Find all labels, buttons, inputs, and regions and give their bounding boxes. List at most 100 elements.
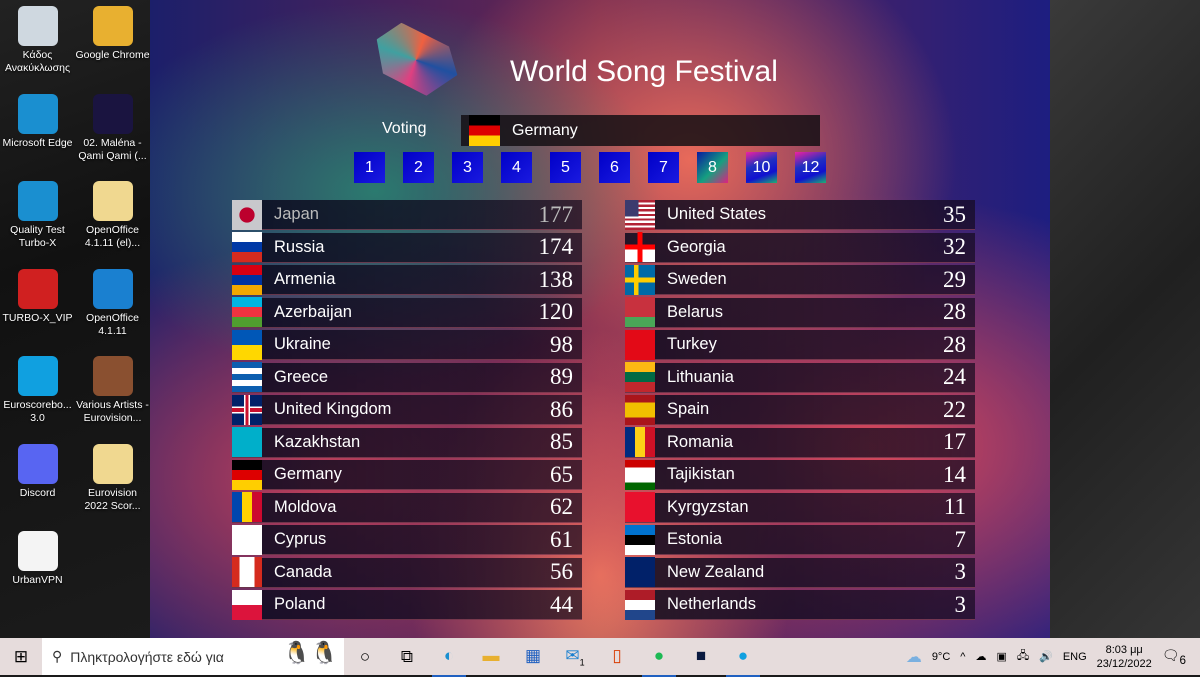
scoreboard-row[interactable]: Sweden29 xyxy=(625,265,975,295)
points-button-5[interactable]: 5 xyxy=(550,152,581,183)
desktop-icon[interactable]: Κάδος Ανακύκλωσης xyxy=(0,6,75,75)
clock[interactable]: 8:03 μμ 23/12/2022 xyxy=(1097,643,1152,671)
points-button-10[interactable]: 10 xyxy=(746,152,777,183)
desktop-icon-label: Euroscorebo... 3.0 xyxy=(0,399,75,425)
network-icon[interactable]: 🖧 xyxy=(1017,647,1029,666)
desktop-icon[interactable]: Google Chrome xyxy=(75,6,150,62)
scoreboard-row[interactable]: Moldova62 xyxy=(232,493,582,523)
country-score: 138 xyxy=(539,267,574,293)
desktop-icon[interactable]: UrbanVPN xyxy=(0,531,75,587)
desktop-icon[interactable]: Microsoft Edge xyxy=(0,94,75,150)
euroscoreboard-icon: ● xyxy=(738,646,748,665)
points-buttons: 123456781012 xyxy=(354,152,826,183)
flag-icon xyxy=(232,362,262,392)
desktop-icon-label: OpenOffice 4.1.11 (el)... xyxy=(75,224,150,250)
country-score: 3 xyxy=(955,592,967,618)
scoreboard-row[interactable]: United States35 xyxy=(625,200,975,230)
country-score: 32 xyxy=(943,234,966,260)
pdf-icon xyxy=(18,269,58,309)
taskbar-app-button[interactable]: ■ xyxy=(680,646,722,667)
points-button-8[interactable]: 8 xyxy=(697,152,728,183)
onedrive-error-icon[interactable]: ☁ xyxy=(975,650,986,663)
scoreboard-row[interactable]: Armenia138 xyxy=(232,265,582,295)
points-button-2[interactable]: 2 xyxy=(403,152,434,183)
weather-icon[interactable]: ☁ xyxy=(906,647,922,667)
taskbar-app-button[interactable]: ✉1 xyxy=(554,646,596,667)
desktop-icon[interactable]: OpenOffice 4.1.11 xyxy=(75,269,150,338)
points-button-3[interactable]: 3 xyxy=(452,152,483,183)
flag-icon xyxy=(232,460,262,490)
chevron-up-icon[interactable]: ^ xyxy=(960,651,965,663)
current-voter: Germany xyxy=(461,115,820,146)
scoreboard-row[interactable]: New Zealand3 xyxy=(625,558,975,588)
flag-icon xyxy=(625,232,655,262)
microsoft-store-icon: ▦ xyxy=(525,646,541,665)
scoreboard-row[interactable]: Lithuania24 xyxy=(625,363,975,393)
openoffice-icon xyxy=(93,269,133,309)
country-name: Cyprus xyxy=(274,530,550,549)
cortana-icon: ○ xyxy=(360,647,370,666)
desktop-icon[interactable]: Discord xyxy=(0,444,75,500)
scoreboard-row[interactable]: Azerbaijan120 xyxy=(232,298,582,328)
scoreboard-row[interactable]: Japan177 xyxy=(232,200,582,230)
scoreboard-row[interactable]: Cyprus61 xyxy=(232,525,582,555)
folder-icon xyxy=(93,444,133,484)
task-view-button[interactable]: ⧉ xyxy=(386,647,428,667)
taskbar-app-button[interactable]: ▬ xyxy=(470,646,512,667)
scoreboard-row[interactable]: Germany65 xyxy=(232,460,582,490)
scoreboard-row[interactable]: Ukraine98 xyxy=(232,330,582,360)
search-placeholder: Πληκτρολογήστε εδώ για xyxy=(70,649,224,665)
country-name: Netherlands xyxy=(667,595,955,614)
scoreboard-row[interactable]: Turkey28 xyxy=(625,330,975,360)
voting-label: Voting xyxy=(382,120,426,138)
scoreboard-row[interactable]: Kyrgyzstan11 xyxy=(625,493,975,523)
flag-icon xyxy=(232,557,262,587)
clock-time: 8:03 μμ xyxy=(1097,643,1152,657)
taskbar-app-button[interactable]: ◐ xyxy=(428,646,470,667)
country-score: 120 xyxy=(539,299,574,325)
desktop-icon[interactable]: 02. Maléna - Qami Qami (... xyxy=(75,94,150,163)
taskbar-app-button[interactable]: ● xyxy=(722,646,764,667)
scoreboard-row[interactable]: Spain22 xyxy=(625,395,975,425)
language-indicator[interactable]: ENG xyxy=(1063,651,1087,663)
weather-temp[interactable]: 9°C xyxy=(932,651,950,663)
scoreboard-row[interactable]: Belarus28 xyxy=(625,298,975,328)
app-tray-icon[interactable]: ▣ xyxy=(996,650,1006,663)
scoreboard-row[interactable]: Estonia7 xyxy=(625,525,975,555)
scoreboard-row[interactable]: Georgia32 xyxy=(625,233,975,263)
taskbar-app-button[interactable]: ▦ xyxy=(512,646,554,667)
search-icon: ⚲ xyxy=(52,648,62,665)
scoreboard-row[interactable]: Romania17 xyxy=(625,428,975,458)
scoreboard-row[interactable]: Netherlands3 xyxy=(625,590,975,620)
desktop-icon-label: Κάδος Ανακύκλωσης xyxy=(0,49,75,75)
start-button[interactable]: ⊞ xyxy=(0,647,42,667)
country-score: 22 xyxy=(943,397,966,423)
scoreboard-row[interactable]: Tajikistan14 xyxy=(625,460,975,490)
scoreboard-row[interactable]: Russia174 xyxy=(232,233,582,263)
points-button-12[interactable]: 12 xyxy=(795,152,826,183)
cortana-button[interactable]: ○ xyxy=(344,647,386,667)
points-button-4[interactable]: 4 xyxy=(501,152,532,183)
scoreboard-row[interactable]: United Kingdom86 xyxy=(232,395,582,425)
notifications-button[interactable]: 🗨6 xyxy=(1162,647,1186,667)
taskbar-app-button[interactable]: ▯ xyxy=(596,646,638,667)
desktop-icon[interactable]: OpenOffice 4.1.11 (el)... xyxy=(75,181,150,250)
points-button-6[interactable]: 6 xyxy=(599,152,630,183)
country-name: Belarus xyxy=(667,303,943,322)
scoreboard-row[interactable]: Greece89 xyxy=(232,363,582,393)
desktop-icon-label: Various Artists - Eurovision... xyxy=(75,399,150,425)
desktop-icon[interactable]: Euroscorebo... 3.0 xyxy=(0,356,75,425)
taskbar-app-button[interactable]: ● xyxy=(638,646,680,667)
desktop-icon[interactable]: Eurovision 2022 Scor... xyxy=(75,444,150,513)
desktop-icon[interactable]: Quality Test Turbo-X xyxy=(0,181,75,250)
scoreboard-row[interactable]: Poland44 xyxy=(232,590,582,620)
desktop-icon[interactable]: Various Artists - Eurovision... xyxy=(75,356,150,425)
search-box[interactable]: ⚲ Πληκτρολογήστε εδώ για 🐧🐧 xyxy=(42,638,344,675)
scoreboard-row[interactable]: Kazakhstan85 xyxy=(232,428,582,458)
desktop-icon[interactable]: TURBO-X_VIP xyxy=(0,269,75,325)
volume-icon[interactable]: 🔊 xyxy=(1039,650,1053,663)
flag-icon xyxy=(232,265,262,295)
scoreboard-row[interactable]: Canada56 xyxy=(232,558,582,588)
points-button-1[interactable]: 1 xyxy=(354,152,385,183)
points-button-7[interactable]: 7 xyxy=(648,152,679,183)
